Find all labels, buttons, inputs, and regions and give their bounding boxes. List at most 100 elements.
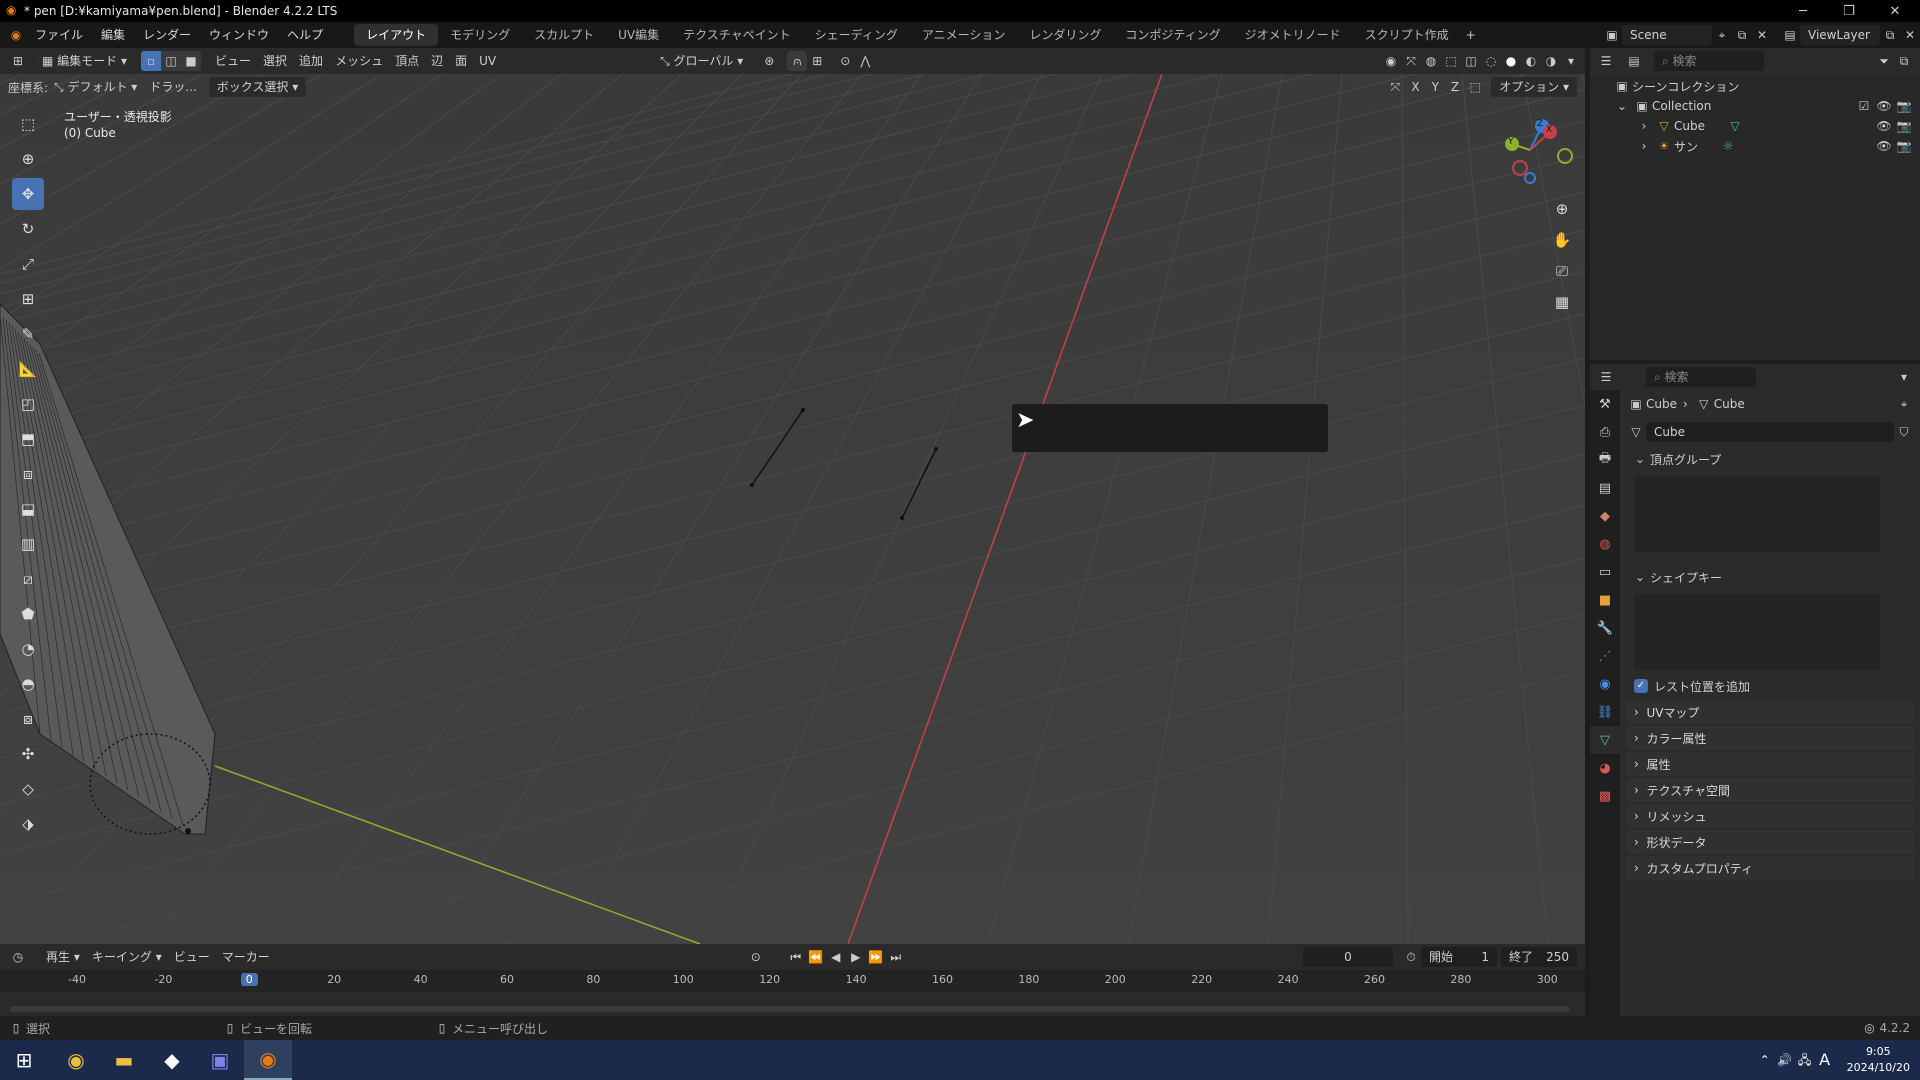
expand-cube-icon[interactable]: ›	[1634, 116, 1654, 136]
mirror-z-toggle[interactable]: Z	[1445, 77, 1465, 97]
extrude-tool-icon[interactable]: ⬒	[12, 423, 44, 455]
texture-tab-icon[interactable]: ▩	[1590, 782, 1620, 810]
pivot-point-icon[interactable]: ⊛	[759, 51, 779, 71]
particles-tab-icon[interactable]: ⋰	[1590, 642, 1620, 670]
collection-checkbox-icon[interactable]: ☑	[1854, 96, 1874, 116]
measure-tool-icon[interactable]: 📐	[12, 353, 44, 385]
rendered-shading-icon[interactable]: ◑	[1541, 51, 1561, 71]
edge-select-icon[interactable]: ◫	[161, 51, 182, 71]
minimize-button[interactable]: ─	[1780, 0, 1826, 22]
vertex-select-icon[interactable]: ▫	[141, 51, 162, 71]
menu-mesh[interactable]: メッシュ	[329, 51, 389, 71]
bevel-tool-icon[interactable]: ⬓	[12, 493, 44, 525]
delete-scene-icon[interactable]: ✕	[1752, 25, 1772, 45]
mesh-edit-overlay-icon[interactable]: ⬚	[1441, 51, 1461, 71]
mode-selector[interactable]: ▦ 編集モード ▾	[34, 51, 136, 71]
coord-system-dropdown[interactable]: ⤡ デフォルト ▾	[48, 77, 143, 97]
panel-custom-properties[interactable]: › カスタムプロパティ	[1626, 856, 1914, 880]
tab-modeling[interactable]: モデリング	[438, 24, 522, 46]
frame-ruler[interactable]: -40 -20 0 20 40 60 80 100 120 140 160 180 200 220 240 2…	[0, 970, 1585, 992]
pin-scene-icon[interactable]: ⌖	[1712, 25, 1732, 45]
menu-window[interactable]: ウィンドウ	[200, 22, 278, 48]
delete-view-layer-icon[interactable]: ✕	[1900, 25, 1920, 45]
select-box-tool-icon[interactable]: ⬚	[12, 108, 44, 140]
chrome-icon[interactable]: ◉	[52, 1040, 100, 1080]
tool-tab-icon[interactable]: ⚒	[1590, 390, 1620, 418]
new-view-layer-icon[interactable]: ⧉	[1880, 25, 1900, 45]
jump-start-icon[interactable]: ⏮	[786, 947, 806, 967]
view-layer-icon[interactable]: ▤	[1780, 25, 1800, 45]
cursor-tool-icon[interactable]: ⊕	[12, 143, 44, 175]
tab-sculpt[interactable]: スカルプト	[522, 24, 606, 46]
panel-color-attributes[interactable]: › カラー属性	[1626, 726, 1914, 750]
cube-render-icon[interactable]: 📷	[1894, 116, 1914, 136]
vertex-groups-chevron-icon[interactable]: ⌄	[1630, 449, 1650, 469]
tab-geometry-nodes[interactable]: ジオメトリノード	[1233, 24, 1353, 46]
tab-compositing[interactable]: コンポジティング	[1113, 24, 1232, 46]
rest-position-checkbox[interactable]: ✓	[1634, 679, 1648, 693]
shading-options-icon[interactable]: ▾	[1561, 51, 1581, 71]
shear-tool-icon[interactable]: ◇	[12, 773, 44, 805]
scene-collection-label[interactable]: シーンコレクション	[1632, 78, 1739, 95]
volume-icon[interactable]: 🔊	[1775, 1050, 1795, 1070]
annotate-tool-icon[interactable]: ✎	[12, 318, 44, 350]
editor-type-icon[interactable]: ⊞	[8, 51, 28, 71]
menu-uv[interactable]: UV	[473, 51, 502, 71]
collection-tab-icon[interactable]: ▭	[1590, 558, 1620, 586]
new-collection-icon[interactable]: ⧉	[1894, 51, 1914, 71]
tray-chevron-icon[interactable]: ⌃	[1755, 1050, 1775, 1070]
properties-editor-icon[interactable]: ☰	[1596, 367, 1616, 387]
menu-file[interactable]: ファイル	[26, 22, 92, 48]
smooth-tool-icon[interactable]: ◓	[12, 668, 44, 700]
collection-visibility-icon[interactable]: 👁	[1874, 96, 1894, 116]
poly-build-tool-icon[interactable]: ⬟	[12, 598, 44, 630]
pan-hand-icon[interactable]: ✋	[1548, 226, 1576, 254]
play-reverse-icon[interactable]: ◀	[826, 947, 846, 967]
render-tab-icon[interactable]: ⎙	[1590, 418, 1620, 446]
auto-merge-icon[interactable]: ⬚	[1465, 77, 1485, 97]
xray-icon[interactable]: ◫	[1461, 51, 1481, 71]
outliner-item-cube[interactable]: Cube	[1674, 119, 1705, 133]
menu-edge[interactable]: 辺	[425, 51, 449, 71]
fox-app-icon[interactable]: ◆	[148, 1040, 196, 1080]
constraints-tab-icon[interactable]: ⛓	[1590, 698, 1620, 726]
file-explorer-icon[interactable]: ▬	[100, 1040, 148, 1080]
menu-keying[interactable]: キーイング ▾	[86, 947, 168, 967]
properties-options-icon[interactable]: ▾	[1894, 367, 1914, 387]
overlay-toggle-icon[interactable]: ◍	[1421, 51, 1441, 71]
teams-icon[interactable]: ▣	[196, 1040, 244, 1080]
collection-render-icon[interactable]: 📷	[1894, 96, 1914, 116]
play-icon[interactable]: ▶	[846, 947, 866, 967]
jump-end-icon[interactable]: ⏭	[886, 947, 906, 967]
edge-slide-tool-icon[interactable]: ⧇	[12, 703, 44, 735]
menu-timeline-view[interactable]: ビュー	[168, 947, 216, 967]
options-dropdown[interactable]: オプション ▾	[1491, 77, 1577, 97]
vertex-groups-list[interactable]	[1634, 476, 1880, 552]
sun-render-icon[interactable]: 📷	[1894, 136, 1914, 156]
navigation-gizmo[interactable]: Z X Y	[1490, 112, 1580, 192]
solid-shading-icon[interactable]: ●	[1501, 51, 1521, 71]
shape-keys-chevron-icon[interactable]: ⌄	[1630, 567, 1650, 587]
shrink-fatten-tool-icon[interactable]: ✣	[12, 738, 44, 770]
transform-orientation-dropdown[interactable]: ⤡ グローバル ▾	[652, 51, 752, 71]
auto-keying-icon[interactable]: ⊙	[746, 947, 766, 967]
camera-view-icon[interactable]: ⎚	[1548, 257, 1576, 285]
tab-rendering[interactable]: レンダリング	[1017, 24, 1113, 46]
clock[interactable]: 9:05 2024/10/20	[1847, 1044, 1910, 1076]
add-workspace-icon[interactable]: +	[1461, 25, 1481, 45]
menu-edit[interactable]: 編集	[92, 22, 134, 48]
outliner-search[interactable]: ⌕ 検索	[1654, 51, 1764, 71]
scene-tab-icon[interactable]: ◆	[1590, 502, 1620, 530]
knife-tool-icon[interactable]: ⧄	[12, 563, 44, 595]
properties-search[interactable]: ⌕ 検索	[1646, 367, 1756, 387]
shape-keys-list[interactable]	[1634, 594, 1880, 670]
collection-label[interactable]: Collection	[1652, 99, 1711, 113]
outliner-item-sun[interactable]: サン	[1674, 138, 1698, 155]
jump-keyframe-back-icon[interactable]: ⏪	[806, 947, 826, 967]
cube-visibility-icon[interactable]: 👁	[1874, 116, 1894, 136]
sun-visibility-icon[interactable]: 👁	[1874, 136, 1894, 156]
expand-sun-icon[interactable]: ›	[1634, 136, 1654, 156]
visibility-icon[interactable]: ◉	[1381, 51, 1401, 71]
material-tab-icon[interactable]: ◕	[1590, 754, 1620, 782]
fake-user-icon[interactable]: ⛉	[1894, 422, 1914, 442]
